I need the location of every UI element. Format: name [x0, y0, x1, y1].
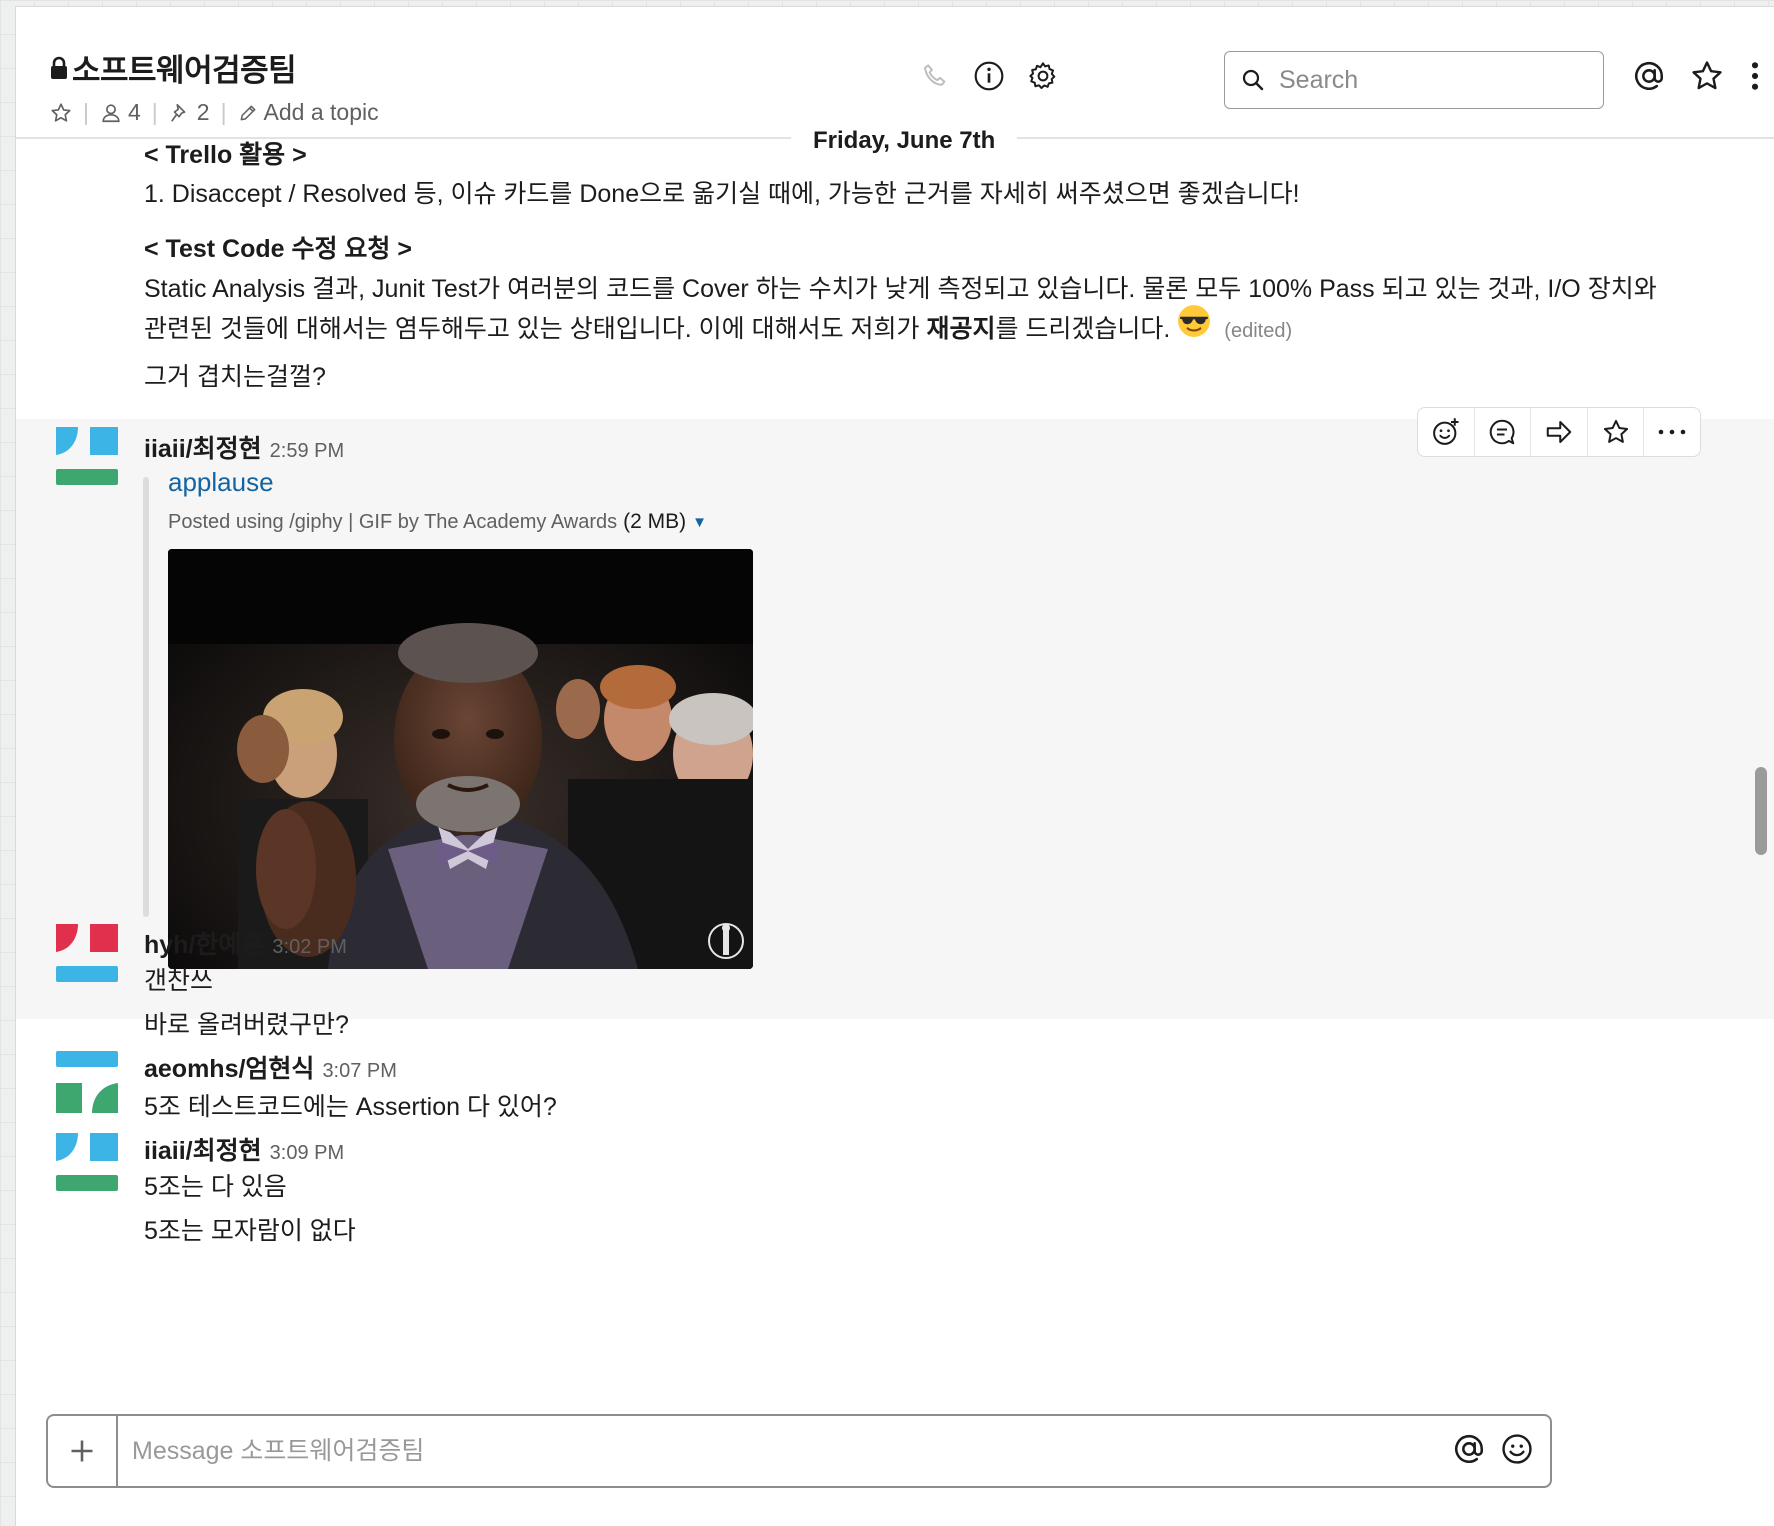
- save-message-button[interactable]: [1588, 408, 1645, 456]
- message-sender: hyh/한예훈 3:02 PM: [144, 925, 347, 961]
- message-text: 그거 겹치는걸껄?: [144, 363, 326, 391]
- attachment-meta: Posted using /giphy | GIF by The Academy…: [168, 510, 707, 534]
- message-text: 바로 올려버렸구만?: [144, 1011, 349, 1039]
- call-button[interactable]: [914, 55, 956, 97]
- message-text: < Trello 활용 >: [144, 141, 307, 169]
- collapse-caret-icon[interactable]: ▼: [692, 514, 707, 531]
- info-icon: [974, 61, 1004, 91]
- scrollbar-thumb[interactable]: [1755, 767, 1767, 855]
- header-right-actions: [1628, 55, 1774, 97]
- add-reaction-icon: [1432, 418, 1459, 445]
- star-icon: [1603, 419, 1628, 443]
- gear-icon: [1029, 62, 1056, 89]
- message-composer: [46, 1414, 1552, 1488]
- attach-button[interactable]: [48, 1416, 118, 1486]
- search-icon: [1242, 69, 1264, 91]
- at-icon: [1634, 61, 1664, 90]
- emoji-button[interactable]: [1500, 1432, 1534, 1471]
- at-icon: [1454, 1434, 1484, 1463]
- message-sender: iiaii/최정현 3:09 PM: [144, 1131, 344, 1167]
- message-actions-toolbar: [1417, 407, 1701, 457]
- pencil-icon: [240, 105, 255, 120]
- header-actions: [914, 55, 1064, 97]
- phone-icon: [924, 64, 946, 86]
- search-input[interactable]: [1277, 64, 1581, 96]
- attachment-bar: [143, 477, 149, 917]
- slack-window: 소프트웨어검증팀 | 4 | 2 | Add a topic Search Fr…: [15, 6, 1774, 1526]
- sender-name[interactable]: hyh/한예훈: [144, 931, 264, 959]
- message-text: 1. Disaccept / Resolved 등, 이슈 카드를 Done으로…: [144, 180, 1300, 208]
- message-input[interactable]: [118, 1435, 1452, 1467]
- vertical-dots-icon: [1751, 62, 1759, 90]
- message-text: 5조는 다 있음: [144, 1173, 287, 1201]
- channel-settings-button[interactable]: [1022, 55, 1064, 97]
- channel-title[interactable]: 소프트웨어검증팀: [50, 45, 297, 90]
- channel-name-text: 소프트웨어검증팀: [72, 53, 297, 88]
- search-box[interactable]: [1224, 51, 1604, 109]
- message-sender: iiaii/최정현 2:59 PM: [144, 429, 344, 465]
- text-segment: 관련된 것들에 대해서는 염두해두고 있는 상태입니다. 이에 대해서도 저희가: [144, 315, 927, 343]
- emoji-icon: [1502, 1433, 1532, 1464]
- horizontal-dots-icon: [1658, 429, 1686, 435]
- lock-icon: [50, 56, 68, 80]
- gif-image[interactable]: [168, 549, 753, 969]
- add-reaction-button[interactable]: [1418, 408, 1475, 456]
- message-text: 갠찬쓰: [144, 967, 214, 995]
- message-text: 관련된 것들에 대해서는 염두해두고 있는 상태입니다. 이에 대해서도 저희가…: [144, 305, 1293, 351]
- share-message-button[interactable]: [1531, 408, 1588, 456]
- avatar[interactable]: [56, 427, 118, 489]
- start-thread-button[interactable]: [1475, 408, 1532, 456]
- star-icon: [1692, 61, 1722, 90]
- channel-header: 소프트웨어검증팀 | 4 | 2 | Add a topic: [16, 7, 1774, 138]
- avatar[interactable]: [56, 924, 118, 986]
- sender-name[interactable]: iiaii/최정현: [144, 1137, 262, 1165]
- message-timestamp[interactable]: 3:07 PM: [322, 1060, 396, 1082]
- message-text: < Test Code 수정 요청 >: [144, 235, 412, 263]
- composer-actions: [1452, 1432, 1550, 1471]
- more-menu-button[interactable]: [1734, 55, 1774, 97]
- message-text: 5조는 모자람이 없다: [144, 1217, 356, 1245]
- bold-text-segment: 재공지: [926, 315, 996, 343]
- message-timestamp[interactable]: 3:02 PM: [272, 936, 346, 958]
- channel-details-button[interactable]: [968, 55, 1010, 97]
- plus-icon: [71, 1440, 93, 1462]
- attachment-size: (2 MB): [623, 510, 687, 533]
- edited-label: (edited): [1224, 320, 1293, 342]
- attachment-source: Posted using /giphy | GIF by The Academy…: [168, 510, 618, 533]
- sender-name[interactable]: iiaii/최정현: [144, 435, 262, 463]
- mentions-button[interactable]: [1628, 55, 1670, 97]
- mention-button[interactable]: [1452, 1432, 1486, 1471]
- message-text: 5조 테스트코드에는 Assertion 다 있어?: [144, 1093, 557, 1121]
- avatar[interactable]: [56, 1051, 118, 1113]
- share-arrow-icon: [1546, 421, 1572, 443]
- message-text: Static Analysis 결과, Junit Test가 여러분의 코드를…: [144, 275, 1657, 303]
- text-segment: 를 드리겠습니다.: [995, 315, 1171, 343]
- sender-name[interactable]: aeomhs/엄현식: [144, 1055, 314, 1083]
- avatar[interactable]: [56, 1133, 118, 1195]
- thread-icon: [1490, 419, 1515, 445]
- sunglasses-emoji-icon: [1177, 304, 1211, 350]
- attachment-title-link[interactable]: applause: [168, 467, 274, 498]
- message-timestamp[interactable]: 3:09 PM: [270, 1142, 344, 1164]
- starred-items-button[interactable]: [1686, 55, 1728, 97]
- message-sender: aeomhs/엄현식 3:07 PM: [144, 1049, 397, 1085]
- more-actions-button[interactable]: [1644, 408, 1700, 456]
- date-label[interactable]: Friday, June 7th: [791, 121, 1018, 161]
- message-timestamp[interactable]: 2:59 PM: [270, 440, 344, 462]
